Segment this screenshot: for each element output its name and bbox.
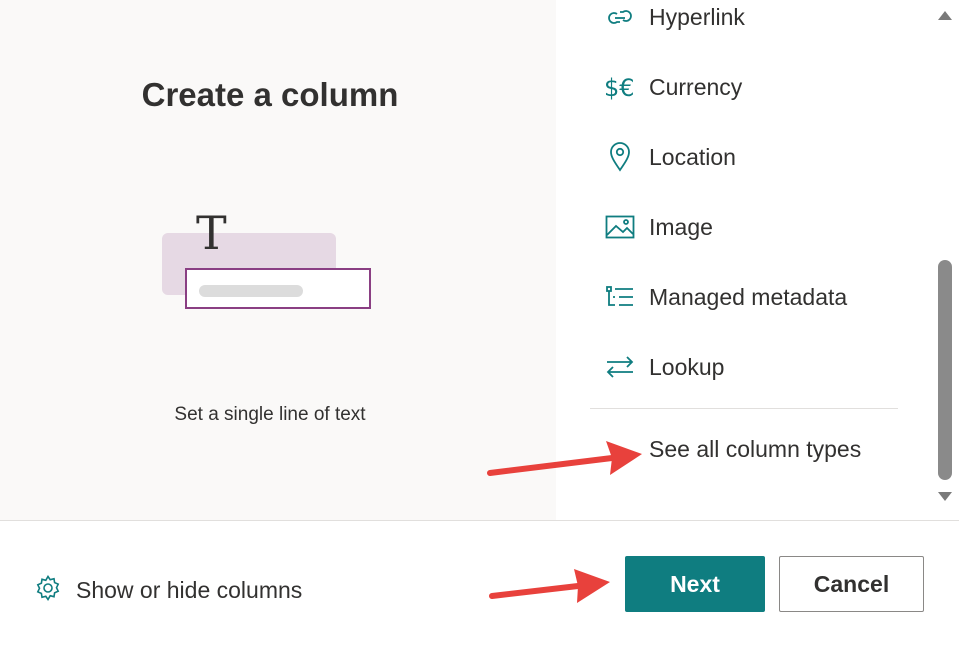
location-pin-icon: [604, 141, 636, 173]
panel-title: Create a column: [141, 76, 399, 113]
annotation-arrow-next: [489, 569, 610, 603]
managed-metadata-icon: [604, 281, 636, 313]
image-icon: [604, 211, 636, 243]
text-type-glyph: T: [196, 206, 227, 260]
show-hide-columns-label: Show or hide columns: [76, 577, 303, 603]
column-type-image[interactable]: Image: [604, 207, 713, 247]
see-all-column-types-link[interactable]: See all column types: [649, 436, 861, 463]
link-icon: [604, 1, 636, 33]
column-type-hyperlink[interactable]: Hyperlink: [604, 0, 745, 37]
column-type-currency[interactable]: $€ Currency: [604, 67, 742, 107]
footer-divider: [0, 520, 959, 521]
preview-caption: Set a single line of text: [174, 404, 366, 425]
scrollbar-thumb[interactable]: [938, 260, 952, 480]
annotation-arrow-see-all: [487, 441, 642, 476]
column-type-location[interactable]: Location: [604, 137, 736, 177]
gear-icon: [34, 574, 62, 607]
next-button[interactable]: Next: [625, 556, 765, 612]
lookup-arrows-icon: [604, 351, 636, 383]
list-divider: [590, 408, 898, 409]
column-type-label: Managed metadata: [649, 283, 848, 310]
column-type-label: Currency: [649, 73, 743, 100]
column-preview-panel: Create a column T Set a single line of t…: [0, 0, 556, 520]
scroll-up-arrow-icon[interactable]: [938, 11, 952, 20]
scroll-down-arrow-icon[interactable]: [938, 492, 952, 501]
currency-icon: $€: [604, 71, 636, 103]
show-hide-columns-link[interactable]: Show or hide columns: [34, 574, 302, 607]
cancel-button[interactable]: Cancel: [779, 556, 924, 612]
column-type-label: Image: [649, 213, 713, 240]
column-type-managed-metadata[interactable]: Managed metadata: [604, 277, 847, 317]
illustration-placeholder-line: [199, 285, 303, 297]
illustration-text-field: [185, 268, 371, 309]
svg-text:$€: $€: [604, 74, 635, 102]
column-type-label: Hyperlink: [649, 3, 745, 30]
column-type-lookup[interactable]: Lookup: [604, 347, 724, 387]
column-type-label: Lookup: [649, 353, 725, 380]
column-type-label: Location: [649, 143, 736, 170]
